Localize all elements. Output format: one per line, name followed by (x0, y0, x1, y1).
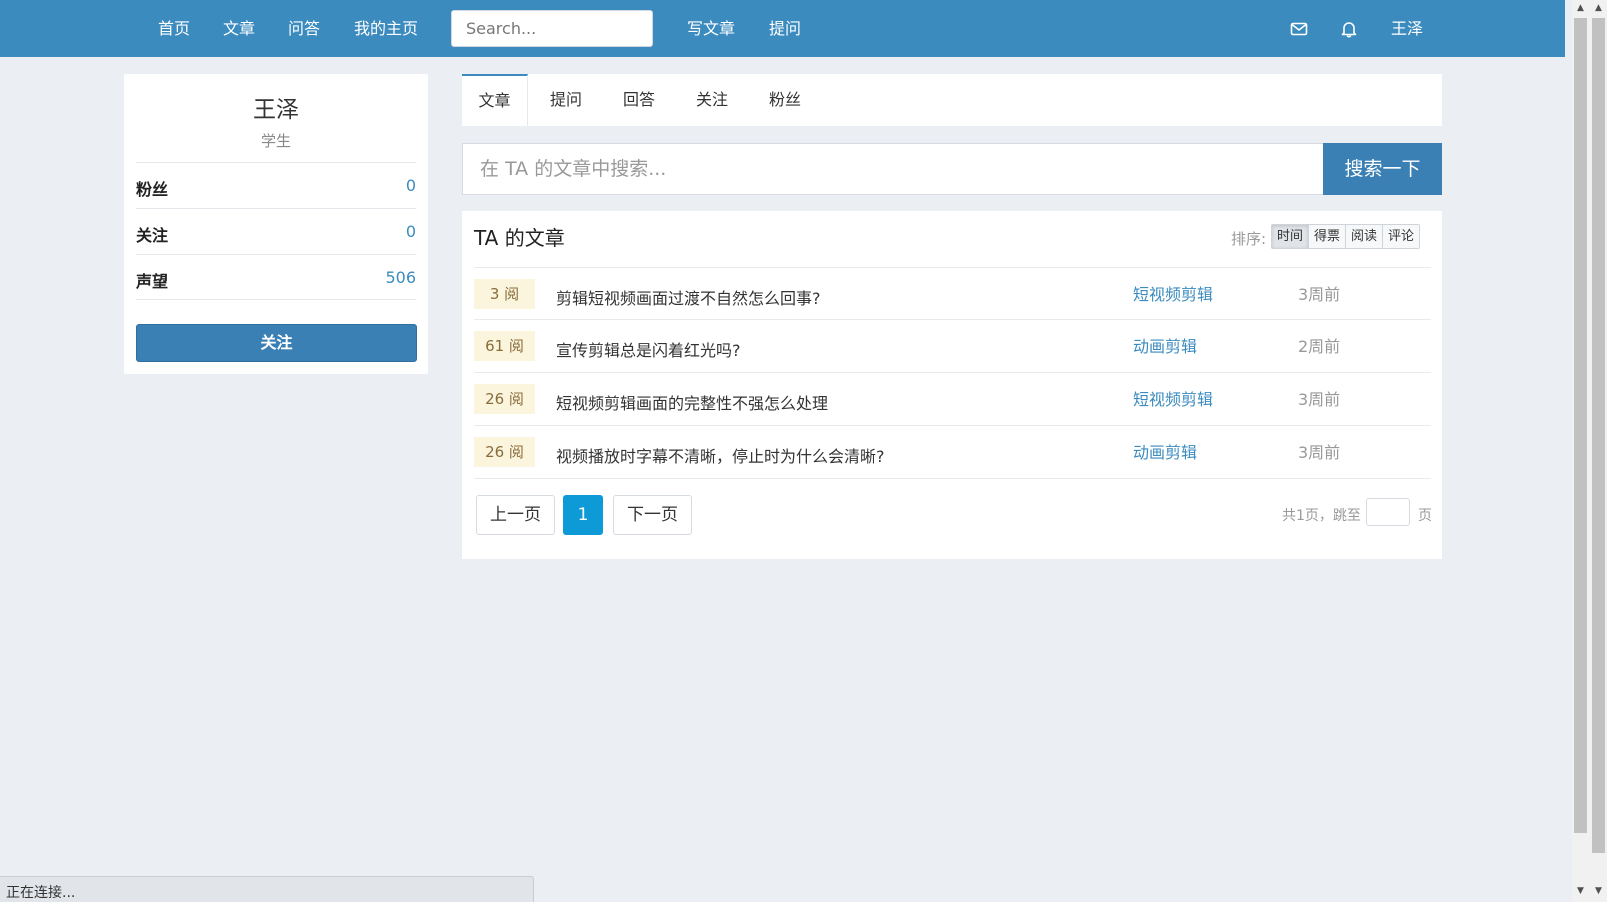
view-count-badge: 26 阅 (474, 384, 535, 414)
sort-by-time-button[interactable]: 时间 (1272, 225, 1309, 248)
stat-label: 粉丝 (136, 180, 169, 199)
stat-label: 声望 (136, 272, 169, 291)
stat-row-followers: 粉丝 0 (136, 162, 416, 208)
profile-tabs: 文章 提问 回答 关注 粉丝 (462, 74, 1442, 126)
prev-page-button[interactable]: 上一页 (476, 495, 555, 535)
vertical-scrollbar[interactable]: ▲ ▼ ▲ ▼ (1572, 0, 1607, 902)
scroll-up-arrow-icon[interactable]: ▲ (1572, 0, 1589, 17)
sort-label: 排序: (1231, 230, 1267, 248)
stat-value[interactable]: 0 (406, 176, 416, 195)
nav-home-link[interactable]: 首页 (158, 0, 190, 57)
mail-icon[interactable] (1290, 20, 1308, 38)
nav-qa-link[interactable]: 问答 (288, 0, 320, 57)
top-navbar: 首页 文章 问答 我的主页 写文章 提问 王泽 (0, 0, 1565, 57)
sort-by-votes-button[interactable]: 得票 (1308, 225, 1346, 248)
stat-value[interactable]: 0 (406, 222, 416, 241)
stat-label: 关注 (136, 226, 169, 245)
article-title-link[interactable]: 剪辑短视频画面过渡不自然怎么回事? (556, 285, 821, 309)
article-row: 61 阅 宣传剪辑总是闪着红光吗? 动画剪辑 2周前 (474, 319, 1431, 372)
bell-icon[interactable] (1340, 20, 1358, 38)
scrollbar-thumb[interactable] (1592, 18, 1605, 853)
sort-button-group: 时间 得票 阅读 评论 (1271, 224, 1421, 249)
view-count-badge: 61 阅 (474, 331, 535, 361)
nav-write-article-link[interactable]: 写文章 (687, 0, 735, 57)
scroll-up-arrow-icon[interactable]: ▲ (1590, 0, 1607, 17)
panel-title: TA 的文章 (474, 226, 565, 250)
article-time: 3周前 (1298, 390, 1341, 409)
next-page-button[interactable]: 下一页 (613, 495, 692, 535)
article-title-link[interactable]: 短视频剪辑画面的完整性不强怎么处理 (556, 390, 828, 414)
article-title-link[interactable]: 宣传剪辑总是闪着红光吗? (556, 337, 741, 361)
tab-followers[interactable]: 粉丝 (755, 74, 815, 126)
article-row: 26 阅 视频播放时字幕不清晰，停止时为什么会清晰? 动画剪辑 3周前 (474, 425, 1431, 478)
article-time: 3周前 (1298, 443, 1341, 462)
tab-answers[interactable]: 回答 (609, 74, 669, 126)
page-count-info: 共1页，跳至 (1282, 508, 1361, 524)
article-time: 3周前 (1298, 285, 1341, 304)
tab-following[interactable]: 关注 (682, 74, 742, 126)
browser-status-bar: 正在连接... (0, 876, 534, 902)
article-search-input[interactable] (462, 143, 1323, 195)
category-link[interactable]: 短视频剪辑 (1133, 386, 1213, 410)
search-input[interactable] (451, 10, 653, 47)
follow-button[interactable]: 关注 (136, 324, 417, 362)
view-count-badge: 3 阅 (474, 279, 535, 309)
stat-row-following: 关注 0 (136, 208, 416, 254)
sort-by-reads-button[interactable]: 阅读 (1345, 225, 1383, 248)
profile-card: 王泽 学生 粉丝 0 关注 0 声望 506 关注 (124, 74, 428, 374)
article-row: 26 阅 短视频剪辑画面的完整性不强怎么处理 短视频剪辑 3周前 (474, 372, 1431, 425)
scroll-down-arrow-icon[interactable]: ▼ (1572, 883, 1589, 900)
scrollbar-thumb[interactable] (1574, 18, 1587, 833)
article-search-bar: 搜索一下 (462, 143, 1442, 195)
page-unit-label: 页 (1418, 508, 1432, 524)
article-time: 2周前 (1298, 337, 1341, 356)
category-link[interactable]: 动画剪辑 (1133, 439, 1197, 463)
articles-panel: TA 的文章 排序: 时间 得票 阅读 评论 3 阅 剪辑短视频画面过渡不自然怎… (462, 211, 1442, 559)
nav-ask-link[interactable]: 提问 (769, 0, 801, 57)
nav-articles-link[interactable]: 文章 (223, 0, 255, 57)
page-number-button[interactable]: 1 (563, 495, 603, 535)
profile-role: 学生 (260, 132, 291, 150)
article-search-button[interactable]: 搜索一下 (1323, 143, 1442, 195)
profile-name: 王泽 (253, 97, 299, 123)
stat-row-reputation: 声望 506 (136, 254, 416, 300)
tab-questions[interactable]: 提问 (536, 74, 596, 126)
sort-by-comments-button[interactable]: 评论 (1382, 225, 1420, 248)
jump-page-input[interactable] (1366, 498, 1410, 526)
scroll-down-arrow-icon[interactable]: ▼ (1590, 883, 1607, 900)
article-row: 3 阅 剪辑短视频画面过渡不自然怎么回事? 短视频剪辑 3周前 (474, 267, 1431, 320)
nav-user-link[interactable]: 王泽 (1391, 0, 1423, 57)
tab-articles[interactable]: 文章 (462, 74, 528, 126)
category-link[interactable]: 短视频剪辑 (1133, 281, 1213, 305)
list-divider (474, 478, 1431, 479)
view-count-badge: 26 阅 (474, 437, 535, 467)
article-title-link[interactable]: 视频播放时字幕不清晰，停止时为什么会清晰? (556, 443, 885, 467)
category-link[interactable]: 动画剪辑 (1133, 333, 1197, 357)
stat-value[interactable]: 506 (385, 268, 416, 287)
nav-my-home-link[interactable]: 我的主页 (354, 0, 418, 57)
